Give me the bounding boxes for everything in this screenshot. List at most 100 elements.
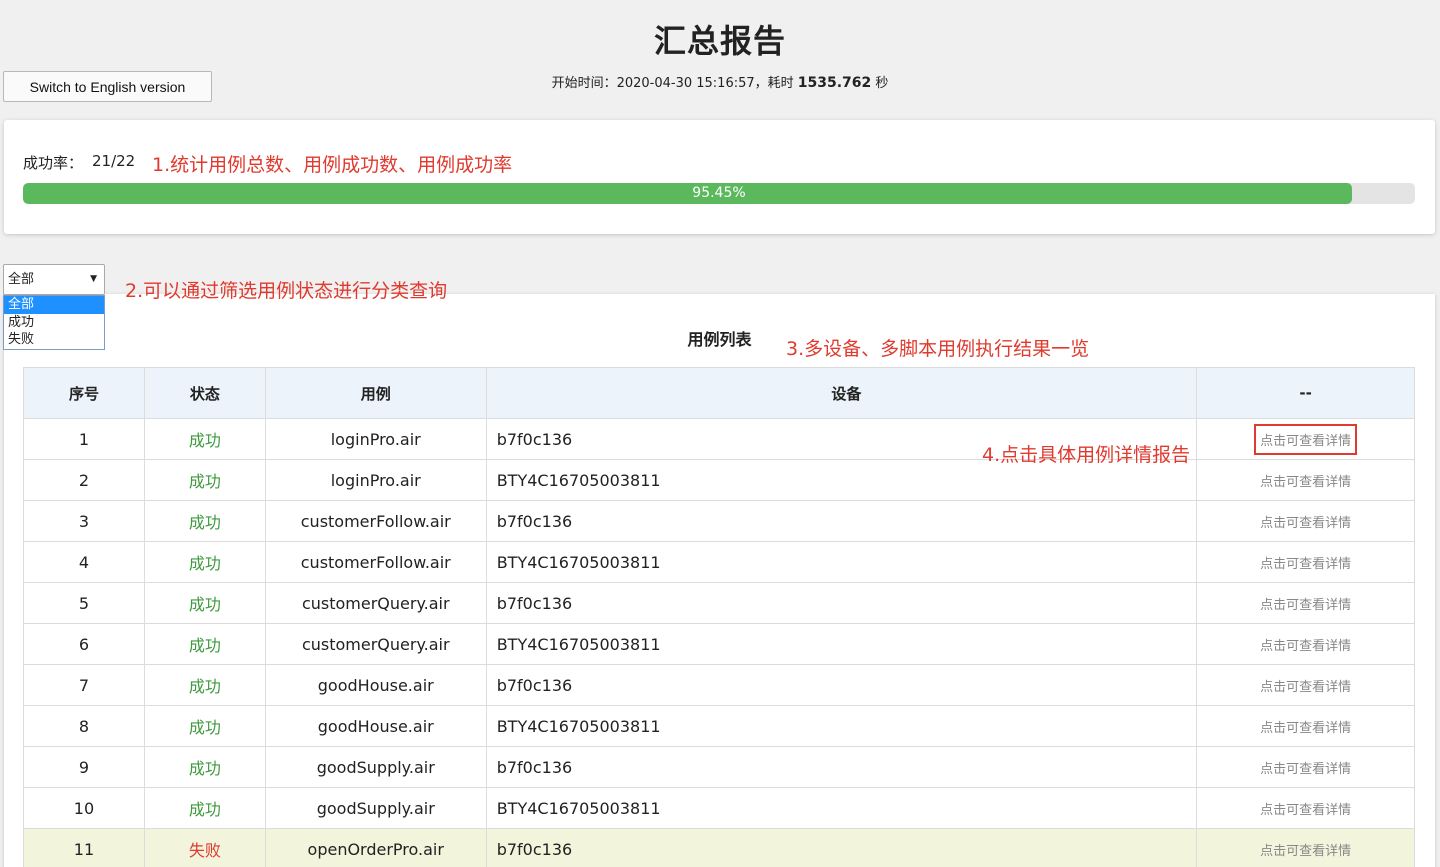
view-detail-link[interactable]: 点击可查看详情 [1260,475,1351,490]
start-time-line: 开始时间：2020-04-30 15:16:57，耗时 1535.762 秒 [0,72,1440,91]
row-action: 点击可查看详情 [1196,828,1415,867]
table-row: 4 成功 customerFollow.air BTY4C16705003811 点击可… [23,541,1415,583]
header-index: 序号 [23,367,145,419]
row-index: 10 [23,787,145,829]
header-case: 用例 [264,367,487,419]
filter-option-fail[interactable]: 失败 [4,331,104,349]
row-index: 2 [23,459,145,501]
view-detail-link[interactable]: 点击可查看详情 [1260,680,1351,695]
row-status: 成功 [143,705,266,747]
duration-unit: 秒 [871,76,889,91]
case-table-body: 1 成功 loginPro.air b7f0c136 点击可查看详情 2 成功 loginPr… [23,418,1415,867]
row-action: 点击可查看详情 [1196,500,1415,542]
summary-card: 成功率： 21/22 1.统计用例总数、用例成功数、用例成功率 95.45% [4,120,1435,234]
row-index: 11 [23,828,145,867]
view-detail-link[interactable]: 点击可查看详情 [1254,423,1358,455]
row-device: BTY4C16705003811 [485,541,1198,583]
row-action: 点击可查看详情 [1196,623,1415,665]
header-device: 设备 [485,367,1198,419]
annotation-summary: 1.统计用例总数、用例成功数、用例成功率 [152,154,513,176]
duration-value: 1535.762 [797,75,872,91]
table-row: 3 成功 customerFollow.air b7f0c136 点击可查看详情 [23,500,1415,542]
row-status: 成功 [143,623,266,665]
row-case: customerQuery.air [264,582,487,624]
view-detail-link[interactable]: 点击可查看详情 [1260,803,1351,818]
row-device: BTY4C16705003811 [485,787,1198,829]
view-detail-link[interactable]: 点击可查看详情 [1260,721,1351,736]
header-status: 状态 [143,367,266,419]
row-status: 成功 [143,746,266,788]
status-filter-options: 全部 成功 失败 [3,295,105,350]
filter-option-all[interactable]: 全部 [4,296,104,314]
status-filter-select[interactable]: 全部 ▼ [3,264,105,295]
report-page: 汇总报告 Switch to English version 开始时间：2020… [0,0,1440,867]
row-device: b7f0c136 [485,746,1198,788]
row-action: 点击可查看详情 [1196,787,1415,829]
row-device: b7f0c136 [485,828,1198,867]
row-index: 8 [23,705,145,747]
row-index: 9 [23,746,145,788]
row-action: 点击可查看详情 [1196,664,1415,706]
row-action: 点击可查看详情 [1196,746,1415,788]
row-index: 3 [23,500,145,542]
page-title: 汇总报告 [653,22,786,60]
view-detail-link[interactable]: 点击可查看详情 [1260,844,1351,859]
status-filter-selected: 全部 [8,272,35,287]
table-row: 1 成功 loginPro.air b7f0c136 点击可查看详情 [23,418,1415,460]
row-device: BTY4C16705003811 [485,623,1198,665]
table-row: 8 成功 goodHouse.air BTY4C16705003811 点击可查看详情 [23,705,1415,747]
table-row: 10 成功 goodSupply.air BTY4C16705003811 点击可查看详… [23,787,1415,829]
row-case: openOrderPro.air [264,828,487,867]
row-status: 成功 [143,582,266,624]
annotation-detail: 4.点击具体用例详情报告 [982,444,1191,466]
row-case: customerFollow.air [264,541,487,583]
annotation-filter: 2.可以通过筛选用例状态进行分类查询 [125,280,448,302]
view-detail-link[interactable]: 点击可查看详情 [1260,762,1351,777]
start-time-text: 开始时间：2020-04-30 15:16:57，耗时 [551,76,798,91]
row-case: goodHouse.air [264,705,487,747]
row-status: 成功 [143,500,266,542]
success-progress-bar: 95.45% [23,183,1415,204]
table-row: 6 成功 customerQuery.air BTY4C16705003811 点击可查… [23,623,1415,665]
row-case: goodHouse.air [264,664,487,706]
view-detail-link[interactable]: 点击可查看详情 [1260,557,1351,572]
row-action: 点击可查看详情 [1196,705,1415,747]
table-row: 9 成功 goodSupply.air b7f0c136 点击可查看详情 [23,746,1415,788]
success-rate-value: 21/22 [92,152,136,170]
row-action: 点击可查看详情 [1196,459,1415,501]
view-detail-link[interactable]: 点击可查看详情 [1260,598,1351,613]
row-index: 5 [23,582,145,624]
case-table: 序号 状态 用例 设备 -- 1 成功 loginPro.air b7f0c136 点击… [23,367,1415,867]
row-case: loginPro.air [264,418,487,460]
table-header-row: 序号 状态 用例 设备 -- [23,367,1415,419]
table-row: 7 成功 goodHouse.air b7f0c136 点击可查看详情 [23,664,1415,706]
row-case: loginPro.air [264,459,487,501]
row-device: BTY4C16705003811 [485,705,1198,747]
row-status: 成功 [143,787,266,829]
case-list-title: 用例列表 [687,330,752,349]
row-device: b7f0c136 [485,500,1198,542]
row-case: customerQuery.air [264,623,487,665]
view-detail-link[interactable]: 点击可查看详情 [1260,639,1351,654]
row-status: 成功 [143,664,266,706]
table-row: 11 失败 openOrderPro.air b7f0c136 点击可查看详情 [23,828,1415,867]
row-action: 点击可查看详情 [1196,582,1415,624]
row-index: 1 [23,418,145,460]
row-index: 6 [23,623,145,665]
row-device: b7f0c136 [485,582,1198,624]
progress-percent: 95.45% [692,185,746,201]
case-list-card: 用例列表 3.多设备、多脚本用例执行结果一览 序号 状态 用例 设备 -- 1成… [4,294,1435,867]
row-index: 4 [23,541,145,583]
success-rate-label: 成功率： [23,154,84,172]
row-status: 成功 [143,541,266,583]
table-row: 2 成功 loginPro.air BTY4C16705003811 点击可查看详情 [23,459,1415,501]
row-device: b7f0c136 [485,664,1198,706]
dropdown-arrow-icon: ▼ [90,274,97,284]
filter-option-success[interactable]: 成功 [4,314,104,332]
row-action: 点击可查看详情 [1196,418,1415,460]
row-status: 成功 [143,418,266,460]
row-status: 失败 [143,828,266,867]
header-action: -- [1196,367,1415,419]
row-index: 7 [23,664,145,706]
view-detail-link[interactable]: 点击可查看详情 [1260,516,1351,531]
